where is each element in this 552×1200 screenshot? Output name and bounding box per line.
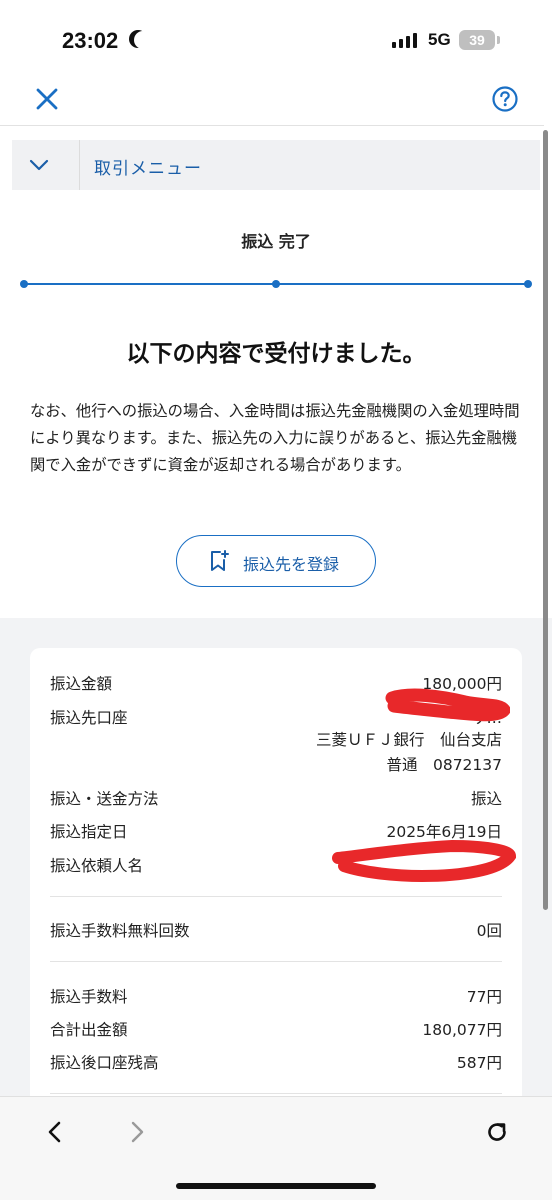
dest-bank-branch: 三菱ＵＦＪ銀行 仙台支店 bbox=[315, 731, 502, 749]
method-label: 振込・送金方法 bbox=[50, 790, 159, 808]
balance-value: 587円 bbox=[456, 1054, 502, 1072]
forward-icon[interactable] bbox=[124, 1119, 150, 1145]
date-label: 振込指定日 bbox=[50, 823, 128, 841]
transfer-details-card: 振込金額 180,000円 振込先口座 サ… 三菱ＵＦＪ銀行 仙台支店 普通 0… bbox=[30, 648, 522, 1118]
total-label: 合計出金額 bbox=[50, 1021, 128, 1039]
page-title: 振込 完了 bbox=[241, 232, 311, 251]
transaction-menu-bar[interactable]: 取引メニュー bbox=[12, 140, 540, 190]
amount-label: 振込金額 bbox=[50, 675, 113, 693]
free-count-value: 0回 bbox=[476, 922, 502, 940]
signal-icon bbox=[392, 32, 417, 48]
fee-label: 振込手数料 bbox=[50, 988, 128, 1006]
menu-divider bbox=[79, 140, 80, 190]
completion-headline: 以下の内容で受付けました。 bbox=[126, 341, 426, 367]
fee-value: 77円 bbox=[466, 988, 502, 1006]
notice-text: なお、他行への振込の場合、入金時間は振込先金融機関の入金処理時間により異なります… bbox=[30, 402, 520, 474]
battery-tip bbox=[497, 36, 500, 44]
progress-stepper bbox=[20, 280, 532, 288]
register-payee-button[interactable]: 振込先を登録 bbox=[176, 535, 376, 587]
requester-label: 振込依頼人名 bbox=[50, 857, 144, 875]
register-payee-label: 振込先を登録 bbox=[243, 555, 340, 574]
dest-account-number: 普通 0872137 bbox=[386, 756, 502, 774]
chevron-down-icon bbox=[26, 152, 52, 178]
divider bbox=[50, 1093, 502, 1094]
battery-icon: 39 bbox=[459, 30, 495, 50]
back-icon[interactable] bbox=[42, 1119, 68, 1145]
bookmark-add-icon bbox=[207, 549, 231, 573]
step-dot-2 bbox=[272, 280, 280, 288]
method-value: 振込 bbox=[470, 790, 502, 808]
reload-icon[interactable] bbox=[484, 1119, 510, 1145]
dest-account-label: 振込先口座 bbox=[50, 709, 128, 727]
step-dot-3 bbox=[524, 280, 532, 288]
network-type: 5G bbox=[428, 30, 451, 49]
free-count-label: 振込手数料無料回数 bbox=[50, 922, 190, 940]
balance-label: 振込後口座残高 bbox=[50, 1054, 159, 1072]
status-bar: 23:02 5G 39 bbox=[0, 0, 552, 80]
redaction-mark bbox=[385, 688, 510, 722]
redaction-mark bbox=[332, 839, 517, 883]
browser-toolbar bbox=[0, 1096, 552, 1200]
help-icon[interactable] bbox=[490, 84, 520, 114]
close-icon[interactable] bbox=[32, 84, 62, 114]
total-value: 180,077円 bbox=[422, 1021, 502, 1039]
home-indicator bbox=[176, 1183, 376, 1189]
divider bbox=[50, 896, 502, 897]
top-nav bbox=[0, 80, 544, 126]
transaction-menu-label: 取引メニュー bbox=[94, 159, 202, 179]
scrollbar[interactable] bbox=[543, 130, 548, 910]
moon-icon bbox=[134, 31, 152, 49]
divider bbox=[50, 961, 502, 962]
status-time: 23:02 bbox=[62, 28, 119, 53]
step-dot-1 bbox=[20, 280, 28, 288]
